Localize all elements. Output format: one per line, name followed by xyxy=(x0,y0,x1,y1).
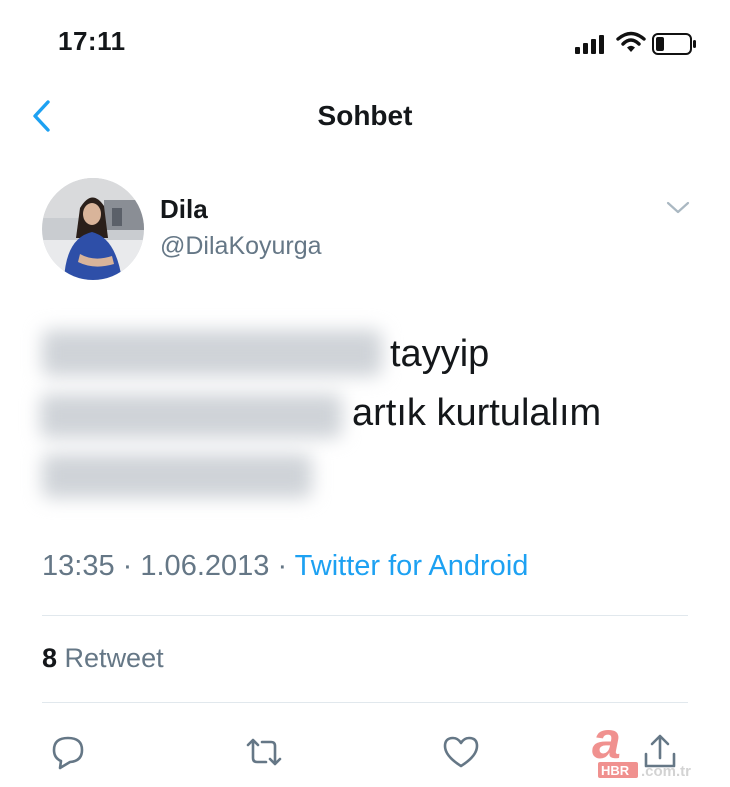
status-bar: 17:11 xyxy=(0,0,730,80)
svg-text:a: a xyxy=(592,712,621,770)
blurred-text-3 xyxy=(42,454,312,498)
like-icon[interactable] xyxy=(441,730,481,774)
divider xyxy=(42,615,688,616)
meta-separator-2: · xyxy=(277,550,288,582)
page-title: Sohbet xyxy=(317,100,413,131)
svg-text:HBR: HBR xyxy=(601,763,630,778)
divider xyxy=(42,702,688,703)
display-name[interactable]: Dila xyxy=(160,194,208,225)
hbr-watermark-logo-icon: a HBR .com.tr xyxy=(592,712,691,780)
battery-icon xyxy=(652,33,696,55)
wifi-icon xyxy=(616,31,646,52)
chevron-down-icon[interactable] xyxy=(664,198,692,218)
meta-separator: · xyxy=(122,550,133,582)
avatar[interactable] xyxy=(42,178,144,280)
signal-icon xyxy=(575,35,604,54)
avatar-photo-icon xyxy=(42,178,144,280)
tweet-time: 13:35 xyxy=(42,550,115,582)
blurred-text-2 xyxy=(40,394,342,438)
tweet-source-link[interactable]: Twitter for Android xyxy=(295,550,529,582)
retweet-count-row[interactable]: 8 Retweet xyxy=(42,643,164,674)
blurred-text-1 xyxy=(42,330,382,376)
tweet-meta: 13:35 · 1.06.2013 · Twitter for Android xyxy=(42,550,528,583)
reply-icon[interactable] xyxy=(48,730,88,774)
nav-bar: Sohbet xyxy=(0,90,730,142)
tweet-date: 1.06.2013 xyxy=(140,550,270,582)
tweet-text-line-1: tayyip xyxy=(390,333,490,375)
user-handle[interactable]: @DilaKoyurga xyxy=(160,232,322,261)
retweet-count: 8 xyxy=(42,643,58,673)
status-time: 17:11 xyxy=(58,26,126,56)
svg-text:.com.tr: .com.tr xyxy=(641,763,691,780)
tweet-text-line-2: artık kurtulalım xyxy=(352,392,602,434)
retweet-label: Retweet xyxy=(64,643,164,673)
retweet-icon[interactable] xyxy=(244,730,284,774)
